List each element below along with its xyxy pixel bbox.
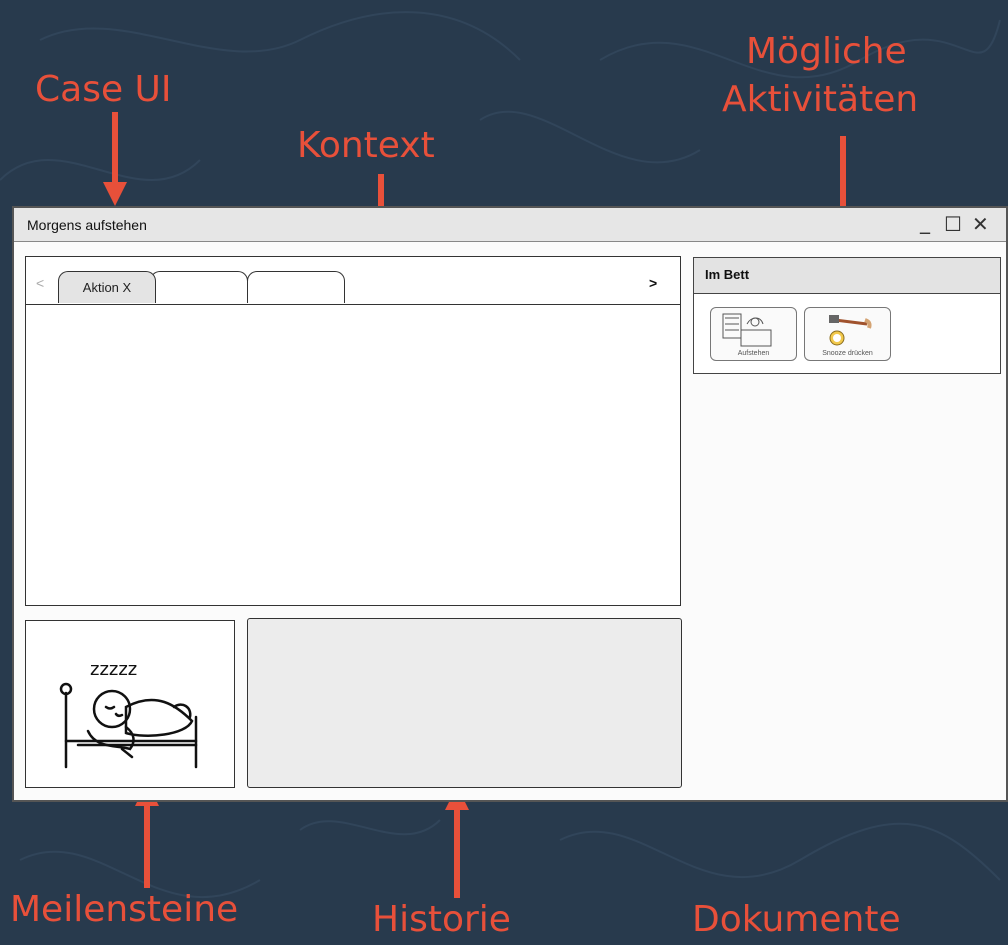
activity-label-snooze: Snooze drücken [822, 350, 873, 357]
zzz-text: zzzzz [90, 659, 137, 680]
activity-button-snooze[interactable]: Snooze drücken [804, 307, 891, 361]
label-documents: Dokumente [692, 899, 901, 940]
close-icon[interactable]: ✕ [972, 212, 989, 236]
milestones-panel: zzzzz [25, 620, 235, 788]
activities-header: Im Bett [694, 258, 1000, 294]
label-case-ui: Case UI [35, 69, 172, 110]
history-panel [247, 618, 682, 788]
arrow-history [445, 786, 469, 898]
label-milestones: Meilensteine [10, 889, 239, 930]
tab-3[interactable] [247, 271, 345, 303]
bedroom-icon [722, 313, 772, 347]
label-activities-line1: Mögliche [746, 31, 907, 72]
tab-prev-icon[interactable]: < [36, 275, 44, 291]
activity-label-aufstehen: Aufstehen [737, 350, 770, 357]
context-panel: < Aktion X > [25, 256, 681, 606]
maximize-icon[interactable]: ☐ [944, 212, 962, 236]
window-titlebar: Morgens aufstehen _ ☐ ✕ [14, 208, 1006, 242]
tab-strip: < Aktion X > [26, 257, 680, 305]
arrow-case-ui [103, 112, 127, 206]
label-activities-line2: Aktivitäten [722, 79, 919, 120]
sleeping-person-icon: zzzzz [59, 659, 198, 769]
activities-panel: Im Bett Aufstehen Snooze drücken [693, 257, 1001, 374]
case-window: Morgens aufstehen _ ☐ ✕ < Aktion X > zzz… [12, 206, 1008, 802]
tab-aktion-x[interactable]: Aktion X [58, 271, 156, 303]
tab-next-icon[interactable]: > [649, 275, 657, 291]
alarm-clock-hammer-icon [829, 315, 872, 346]
label-history: Historie [372, 899, 511, 940]
window-title: Morgens aufstehen [27, 217, 147, 233]
tab-2[interactable] [150, 271, 248, 303]
minimize-icon[interactable]: _ [920, 210, 930, 234]
label-kontext: Kontext [297, 125, 435, 166]
activity-button-aufstehen[interactable]: Aufstehen [710, 307, 797, 361]
